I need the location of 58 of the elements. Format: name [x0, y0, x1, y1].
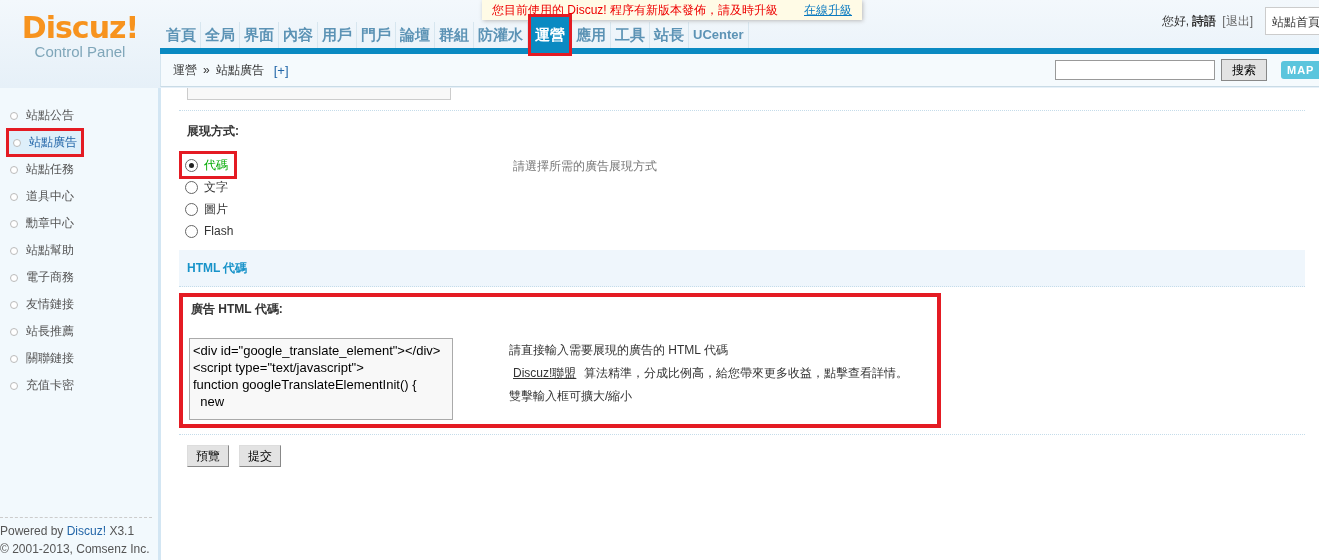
site-select[interactable]: 站點首頁: [1265, 7, 1319, 35]
promo-text: Discuz!聯盟 算法精準，分成比例高，給您帶來更多收益，點擊查看詳情。: [512, 365, 908, 382]
end-date-field[interactable]: [187, 88, 451, 100]
greeting-text: 您好, 詩語: [1161, 12, 1217, 30]
bullet-icon: [13, 138, 21, 147]
nav-tab[interactable]: 運營: [528, 14, 572, 56]
bullet-icon: [10, 192, 18, 201]
upgrade-link[interactable]: 在線升級: [804, 1, 852, 19]
radio-option[interactable]: Flash: [179, 220, 240, 242]
radio-option[interactable]: 代碼: [179, 151, 237, 179]
powered-by-text: Powered by Discuz! X3.1: [0, 524, 136, 538]
code-field[interactable]: <div id="google_translate_element"></div><script type="text/javascript"> function googleTranslateElementInit() { new: [189, 338, 453, 420]
bullet-icon: [10, 354, 18, 363]
sidebar-item[interactable]: 站點幫助: [0, 237, 158, 264]
bullet-icon: [10, 300, 18, 309]
bullet-icon: [10, 111, 18, 120]
breadcrumb-section: 運營: [173, 61, 197, 79]
radio-option[interactable]: 文字: [179, 176, 234, 198]
bullet-icon: [10, 273, 18, 282]
logo-subtitle: Control Panel: [34, 44, 126, 60]
display-hint: 請選擇所需的廣告展現方式: [512, 158, 657, 175]
radio-option[interactable]: 圖片: [179, 198, 234, 220]
sidebar-item[interactable]: 關聯鏈接: [0, 345, 158, 372]
bullet-icon: [10, 381, 18, 390]
section-title: HTML 代碼: [187, 259, 248, 277]
add-link[interactable]: [+]: [273, 62, 289, 78]
breadcrumb-current: 站點廣告: [215, 61, 264, 79]
form-button[interactable]: 預覽: [187, 445, 229, 467]
search-button[interactable]: 搜索: [1221, 59, 1267, 81]
logout-link[interactable]: [退出]: [1222, 12, 1253, 30]
resize-hint: 雙擊輸入框可擴大/縮小: [509, 388, 634, 405]
radio-icon: [185, 224, 198, 238]
bullet-icon: [10, 165, 18, 174]
promo-link[interactable]: Discuz!聯盟: [513, 366, 577, 380]
sidebar-item[interactable]: 站點公告: [0, 102, 158, 129]
bullet-icon: [10, 219, 18, 228]
sidebar-item[interactable]: 站點廣告: [6, 128, 84, 157]
sidebar-item[interactable]: 站長推薦: [0, 318, 158, 345]
sidebar-item[interactable]: 電子商務: [0, 264, 158, 291]
form-button[interactable]: 提交: [239, 445, 281, 467]
sidebar-item[interactable]: 友情鏈接: [0, 291, 158, 318]
code-hint: 請直接輸入需要展現的廣告的 HTML 代碼: [509, 342, 729, 359]
field-label: 廣告 HTML 代碼:: [191, 301, 284, 318]
copyright-text: © 2001-2013, Comsenz Inc.: [0, 542, 151, 556]
sidebar-item[interactable]: 充值卡密: [0, 372, 158, 399]
logo-title: Discuz!: [21, 12, 139, 44]
discuz-link[interactable]: Discuz!: [66, 524, 107, 538]
breadcrumb-separator: »: [203, 63, 210, 77]
radio-icon: [185, 202, 198, 216]
radio-icon: [185, 180, 198, 194]
sidebar-item[interactable]: 勳章中心: [0, 210, 158, 237]
bullet-icon: [10, 327, 18, 336]
bullet-icon: [10, 246, 18, 255]
sidebar-item[interactable]: 道具中心: [0, 183, 158, 210]
radio-icon: [185, 158, 198, 172]
search-field[interactable]: [1055, 60, 1215, 80]
sidebar-item[interactable]: 站點任務: [0, 156, 158, 183]
field-label: 展現方式:: [187, 123, 240, 140]
